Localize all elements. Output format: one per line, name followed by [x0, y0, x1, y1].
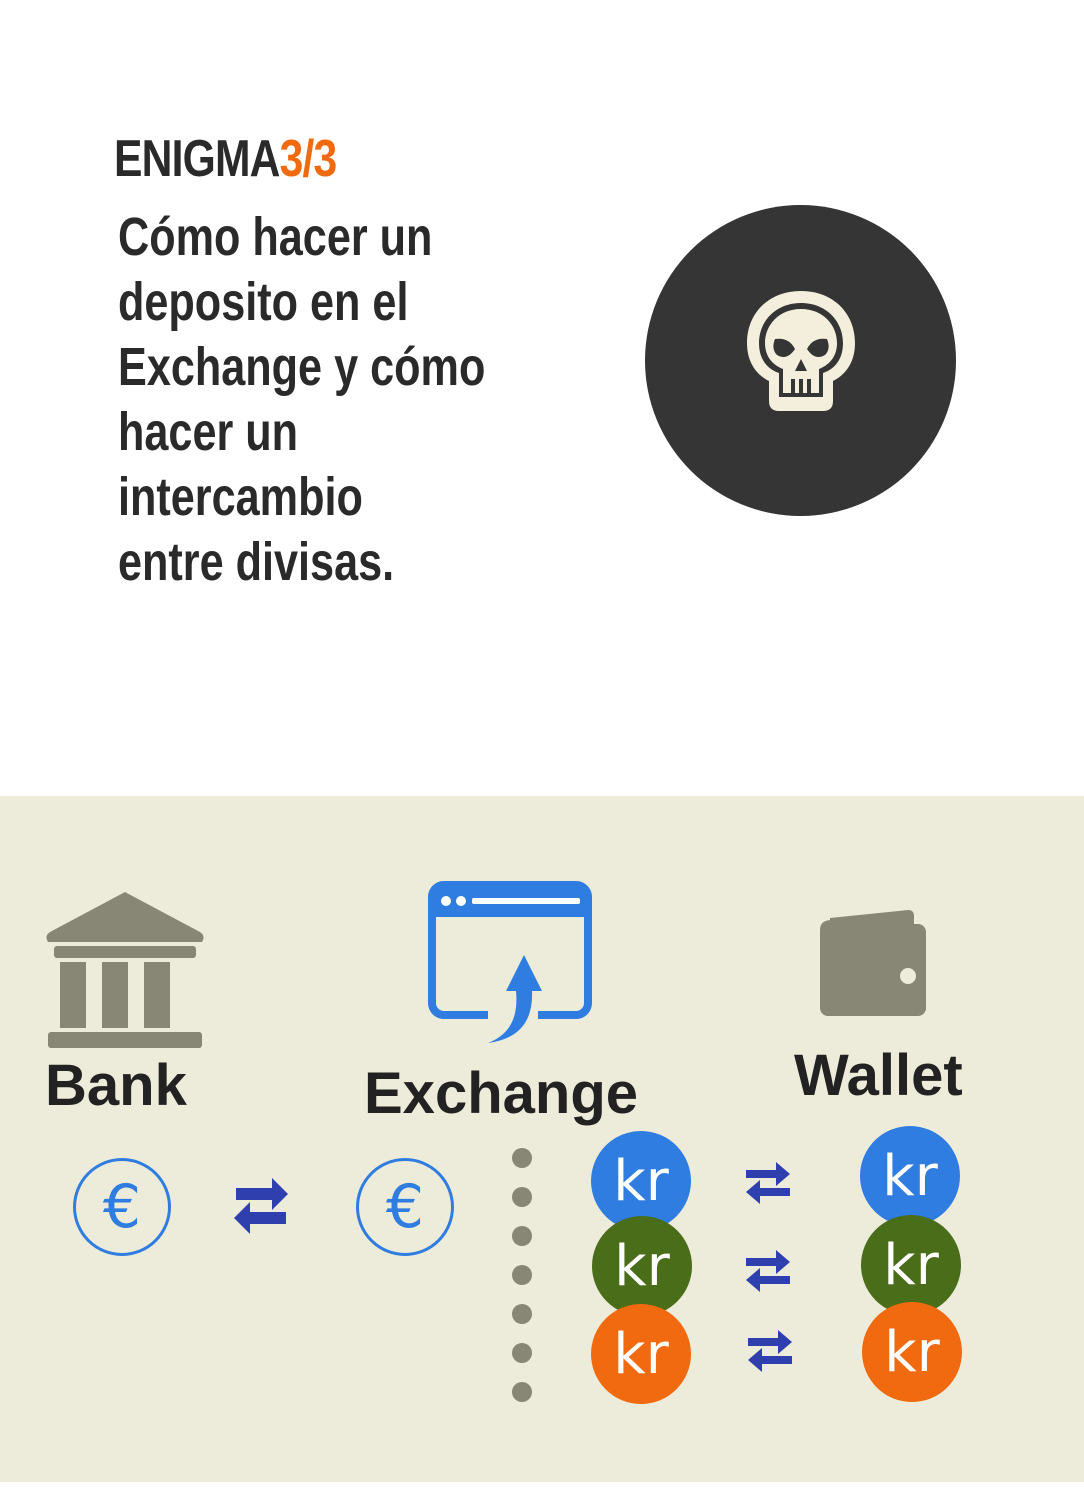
- separator-dot: [512, 1187, 532, 1207]
- heading: ENIGMA3/3: [114, 128, 338, 190]
- krona-symbol: kr: [613, 1321, 669, 1387]
- wallet-krona-coin-orange: kr: [862, 1302, 962, 1402]
- euro-symbol: €: [385, 1172, 425, 1242]
- diagram-panel: Bank Exchange Wallet € € kr kr kr kr kr …: [0, 796, 1084, 1482]
- skull-badge: [645, 205, 956, 516]
- krona-symbol: kr: [613, 1148, 669, 1214]
- swap-arrows-icon: [748, 1330, 792, 1372]
- bank-label: Bank: [45, 1053, 187, 1118]
- krona-symbol: kr: [883, 1232, 939, 1298]
- swap-arrows-icon: [234, 1178, 288, 1234]
- separator-dot: [512, 1265, 532, 1285]
- wallet-krona-coin-green: kr: [861, 1215, 961, 1315]
- wallet-icon: [820, 910, 926, 1016]
- euro-symbol: €: [102, 1172, 142, 1242]
- swap-arrows-icon: [746, 1162, 790, 1204]
- exchange-euro-coin: €: [356, 1158, 454, 1256]
- bank-euro-coin: €: [73, 1158, 171, 1256]
- wallet-label: Wallet: [794, 1043, 963, 1108]
- swap-arrows-icon: [746, 1250, 790, 1292]
- bank-icon: [46, 892, 204, 1048]
- separator-dot: [512, 1226, 532, 1246]
- subtitle: Cómo hacer un deposito en el Exchange y …: [118, 207, 486, 592]
- browser-upload-icon: [428, 881, 592, 1043]
- krona-symbol: kr: [882, 1143, 938, 1209]
- separator-dot: [512, 1148, 532, 1168]
- heading-counter: 3/3: [279, 130, 338, 188]
- separator-dot: [512, 1382, 532, 1402]
- krona-symbol: kr: [614, 1233, 670, 1299]
- wallet-krona-coin-blue: kr: [860, 1126, 960, 1226]
- exchange-krona-coin-orange: kr: [591, 1304, 691, 1404]
- exchange-label: Exchange: [364, 1061, 638, 1126]
- krona-symbol: kr: [884, 1319, 940, 1385]
- exchange-krona-coin-green: kr: [592, 1216, 692, 1316]
- skull-icon: [747, 291, 855, 411]
- separator-dot: [512, 1304, 532, 1324]
- heading-prefix: ENIGMA: [114, 130, 280, 188]
- separator-dot: [512, 1343, 532, 1363]
